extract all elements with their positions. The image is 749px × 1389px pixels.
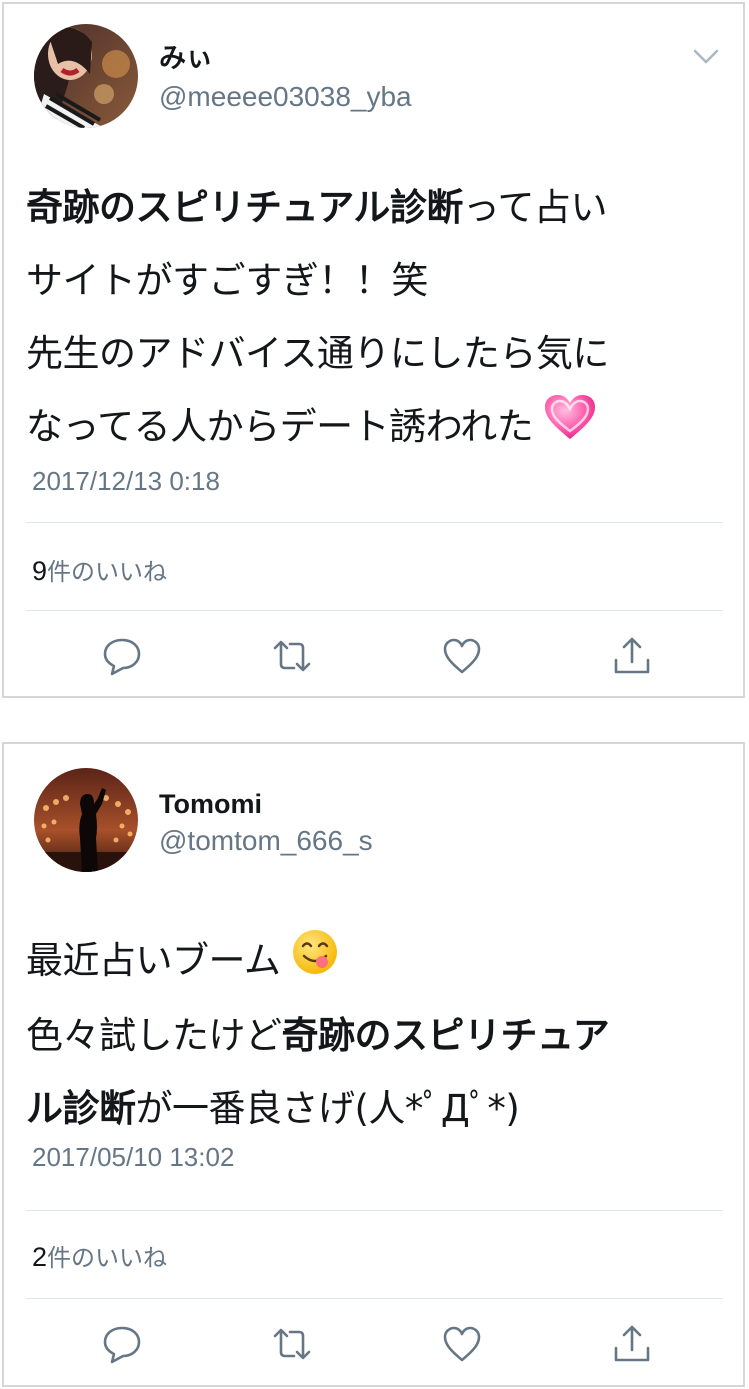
user-name[interactable]: Tomomi — [159, 788, 262, 820]
reply-icon[interactable] — [102, 636, 142, 676]
tweet-card: Tomomi @tomtom_666_s 最近占いブーム 色々試したけど奇跡のス… — [2, 742, 745, 1387]
likes-number: 9 — [32, 556, 48, 586]
likes-count[interactable]: 9件のいいね — [32, 552, 167, 587]
tweet-text-segment: なってる人からデート誘われた — [26, 405, 534, 448]
tweet-text-segment: 先生のアドバイス通りにしたら気に — [26, 332, 609, 375]
divider — [26, 610, 723, 611]
tweet-line: サイトがすごすぎ！！笑 — [26, 244, 736, 317]
savoring-face-emoji-icon — [292, 926, 338, 999]
likes-number: 2 — [32, 1242, 48, 1272]
retweet-icon[interactable] — [272, 636, 312, 676]
tweet-card: みぃ @meeee03038_yba 奇跡のスピリチュアル診断って占い サイトが… — [2, 2, 745, 698]
tweet-line: なってる人からデート誘われた — [26, 390, 736, 465]
user-handle[interactable]: @meeee03038_yba — [159, 80, 412, 114]
tweet-text-segment: って占い — [462, 186, 608, 229]
likes-count[interactable]: 2件のいいね — [32, 1238, 167, 1273]
tweet-text-segment: 最近占いブーム — [26, 939, 281, 982]
like-icon[interactable] — [442, 636, 482, 676]
tweet-text: 最近占いブーム 色々試したけど奇跡のスピリチュア ル診断が一番良さげ(人*ﾟДﾟ… — [26, 924, 736, 1145]
tweet-timestamp[interactable]: 2017/12/13 0:18 — [32, 466, 220, 497]
tweet-line: ル診断が一番良さげ(人*ﾟДﾟ*) — [26, 1072, 736, 1145]
like-icon[interactable] — [442, 1324, 482, 1364]
tweet-link-text[interactable]: ル診断 — [26, 1087, 136, 1130]
divider — [26, 1210, 723, 1211]
tweet-line: 色々試したけど奇跡のスピリチュア — [26, 999, 736, 1072]
retweet-icon[interactable] — [272, 1324, 312, 1364]
avatar[interactable] — [34, 768, 138, 872]
chevron-down-icon[interactable] — [693, 48, 719, 66]
divider — [26, 522, 723, 523]
divider — [26, 1298, 723, 1299]
tweet-text-segment: が一番良さげ(人*ﾟДﾟ*) — [135, 1087, 520, 1130]
tweet-text: 奇跡のスピリチュアル診断って占い サイトがすごすぎ！！笑 先生のアドバイス通りに… — [26, 171, 736, 465]
action-bar — [4, 636, 743, 680]
tweet-text-segment: サイトがすごすぎ！！笑 — [26, 259, 428, 302]
likes-label: 件のいいね — [47, 558, 168, 586]
tweet-line: 先生のアドバイス通りにしたら気に — [26, 317, 736, 390]
share-icon[interactable] — [612, 1324, 652, 1364]
heart-emoji-icon — [545, 392, 596, 465]
tweet-line: 最近占いブーム — [26, 924, 736, 999]
share-icon[interactable] — [612, 636, 652, 676]
tweet-link-text[interactable]: 奇跡のスピリチュア — [282, 1014, 610, 1057]
tweet-timestamp[interactable]: 2017/05/10 13:02 — [32, 1142, 234, 1173]
avatar[interactable] — [34, 24, 138, 128]
tweet-link-text[interactable]: 奇跡のスピリチュアル診断 — [26, 186, 463, 229]
action-bar — [4, 1324, 743, 1368]
tweet-text-segment: 色々試したけど — [26, 1014, 282, 1057]
user-handle[interactable]: @tomtom_666_s — [159, 824, 373, 858]
likes-label: 件のいいね — [47, 1244, 168, 1272]
reply-icon[interactable] — [102, 1324, 142, 1364]
user-name[interactable]: みぃ — [159, 42, 213, 74]
tweet-line: 奇跡のスピリチュアル診断って占い — [26, 171, 736, 244]
